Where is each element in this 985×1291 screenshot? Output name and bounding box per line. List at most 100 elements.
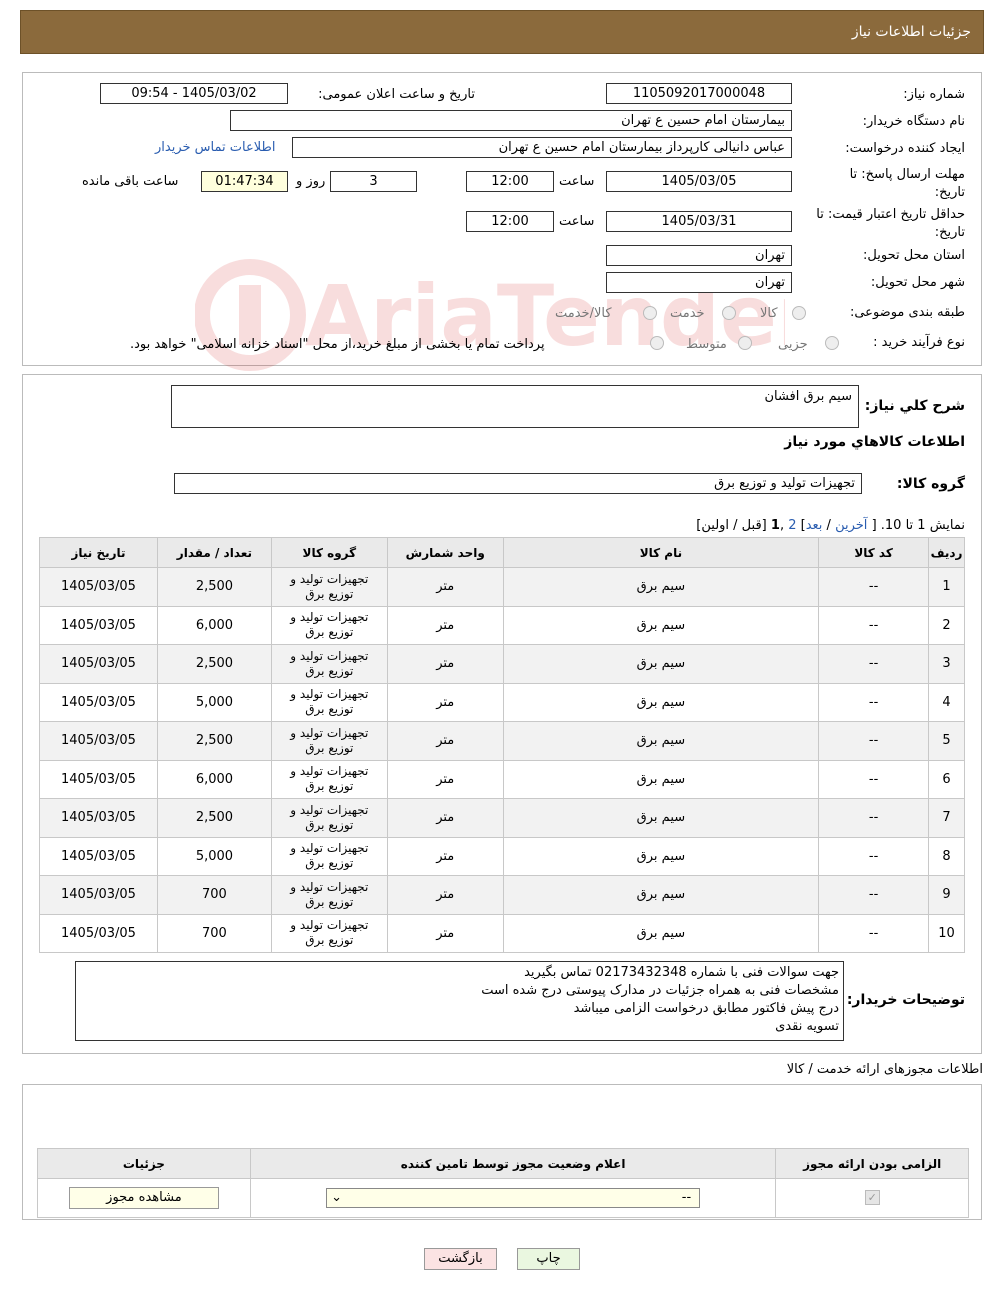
view-license-button[interactable]: مشاهده مجوز — [68, 1186, 219, 1209]
table-row: 8 -- سیم برق متر تجهیزات تولید و توزیع برق 5,… — [39, 836, 965, 876]
cell-code: -- — [818, 721, 930, 761]
page-title: جزئیات اطلاعات نیاز — [851, 24, 971, 40]
table-row: 5 -- سیم برق متر تجهیزات تولید و توزیع برق 2,… — [39, 721, 965, 761]
buyer-note-line: تسویه نقدی — [775, 1019, 839, 1034]
category-radio-service[interactable] — [722, 306, 736, 320]
cell-row: 2 — [928, 605, 965, 645]
table-row: 9 -- سیم برق متر تجهیزات تولید و توزیع برق 70… — [39, 875, 965, 915]
pagination-next[interactable]: بعد — [806, 518, 823, 533]
cell-name: سیم برق — [502, 798, 820, 838]
buyer-note-line: مشخصات فنی به همراه جزئیات در مدارک پیوس… — [481, 983, 839, 998]
col-date: تاریخ نیاز — [39, 537, 158, 568]
back-button[interactable]: بازگشت — [424, 1248, 497, 1270]
cell-date: 1405/03/05 — [39, 875, 158, 915]
cell-qty: 6,000 — [156, 605, 272, 645]
cell-date: 1405/03/05 — [39, 682, 158, 722]
cell-date: 1405/03/05 — [39, 721, 158, 761]
category-label: طبقه بندی موضوعی: — [849, 305, 965, 320]
cell-qty: 5,000 — [156, 682, 272, 722]
cell-row: 4 — [928, 682, 965, 722]
license-details-cell: مشاهده مجوز — [37, 1178, 251, 1218]
need-title-field: سیم برق افشان — [171, 385, 859, 428]
process-radio-minor[interactable] — [825, 336, 839, 350]
cell-qty: 700 — [156, 875, 272, 915]
cell-group: تجهیزات تولید و توزیع برق — [270, 836, 388, 876]
cell-row: 5 — [928, 721, 965, 761]
items-header-row: ردیف کد کالا نام کالا واحد شمارش گروه کا… — [39, 537, 965, 568]
page-header: جزئیات اطلاعات نیاز — [20, 10, 984, 54]
cell-group: تجهیزات تولید و توزیع برق — [270, 721, 388, 761]
validity-date-field: 1405/03/31 — [606, 211, 792, 232]
pagination-page-1: 1 — [770, 518, 780, 533]
col-license-details: جزئیات — [37, 1148, 251, 1179]
cell-date: 1405/03/05 — [39, 759, 158, 799]
cell-row: 8 — [928, 836, 965, 876]
category-goods-service-label: کالا/خدمت — [555, 306, 612, 321]
license-header-row: الزامی بودن ارائه مجوز اعلام وضعیت مجوز … — [37, 1148, 969, 1179]
process-radio-medium[interactable] — [738, 336, 752, 350]
cell-name: سیم برق — [502, 721, 820, 761]
cell-code: -- — [818, 567, 930, 607]
pagination-page-2[interactable]: 2 — [788, 518, 796, 533]
cell-unit: متر — [386, 567, 504, 607]
license-required-cell: ✓ — [775, 1178, 969, 1218]
cell-code: -- — [818, 798, 930, 838]
pagination: نمایش 1 تا 10. [ آخرین / بعد] 2 ,1 [قبل … — [696, 518, 965, 533]
buyer-note-line: جهت سوالات فنی با شماره 02173432348 تماس… — [524, 965, 839, 980]
cell-qty: 2,500 — [156, 721, 272, 761]
cell-unit: متر — [386, 721, 504, 761]
cell-qty: 5,000 — [156, 836, 272, 876]
need-title-text: سیم برق افشان — [764, 389, 852, 404]
creator-label: ایجاد کننده درخواست: — [845, 141, 965, 156]
cell-unit: متر — [386, 644, 504, 684]
validity-time-label: ساعت — [559, 214, 595, 229]
cell-name: سیم برق — [502, 605, 820, 645]
col-row: ردیف — [928, 537, 965, 568]
cell-name: سیم برق — [502, 682, 820, 722]
items-body: 1 -- سیم برق متر تجهیزات تولید و توزیع برق 2,… — [39, 567, 965, 953]
creator-field: عباس دانیالی کارپرداز بیمارستان امام حسی… — [292, 137, 792, 158]
cell-qty: 2,500 — [156, 567, 272, 607]
cell-name: سیم برق — [502, 913, 820, 953]
days-field: 3 — [330, 171, 417, 192]
process-minor-label: جزیی — [778, 337, 808, 352]
cell-group: تجهیزات تولید و توزیع برق — [270, 759, 388, 799]
cell-code: -- — [818, 875, 930, 915]
cell-row: 1 — [928, 567, 965, 607]
print-button[interactable]: چاپ — [517, 1248, 580, 1270]
cell-group: تجهیزات تولید و توزیع برق — [270, 682, 388, 722]
license-table: الزامی بودن ارائه مجوز اعلام وضعیت مجوز … — [37, 1148, 969, 1218]
cell-group: تجهیزات تولید و توزیع برق — [270, 644, 388, 684]
cell-unit: متر — [386, 682, 504, 722]
cell-code: -- — [818, 682, 930, 722]
validity-time-field: 12:00 — [466, 211, 554, 232]
table-row: 10 -- سیم برق متر تجهیزات تولید و توزیع برق 7… — [39, 913, 965, 953]
cell-name: سیم برق — [502, 759, 820, 799]
cell-group: تجهیزات تولید و توزیع برق — [270, 913, 388, 953]
deadline-date-field: 1405/03/05 — [606, 171, 792, 192]
col-license-required: الزامی بودن ارائه مجوز — [775, 1148, 969, 1179]
cell-date: 1405/03/05 — [39, 836, 158, 876]
province-label: استان محل تحویل: — [863, 248, 965, 263]
category-radio-goods-service[interactable] — [643, 306, 657, 320]
cell-group: تجهیزات تولید و توزیع برق — [270, 875, 388, 915]
cell-row: 7 — [928, 798, 965, 838]
treasury-checkbox[interactable] — [650, 336, 664, 350]
category-goods-label: کالا — [760, 306, 778, 321]
cell-qty: 2,500 — [156, 644, 272, 684]
need-number-label: شماره نیاز: — [903, 87, 965, 102]
table-row: 6 -- سیم برق متر تجهیزات تولید و توزیع برق 6,… — [39, 759, 965, 799]
license-required-checkbox: ✓ — [864, 1190, 880, 1206]
license-status-select[interactable]: -- ⌄ — [326, 1187, 701, 1208]
buyer-contact-link[interactable]: اطلاعات تماس خریدار — [155, 140, 275, 155]
pagination-last[interactable]: آخرین — [835, 518, 867, 533]
deadline-label: مهلت ارسال پاسخ: تا تاریخ: — [849, 167, 965, 200]
province-field: تهران — [606, 245, 792, 266]
goods-group-label: گروه کالا: — [896, 476, 965, 492]
col-license-status: اعلام وضعیت مجوز توسط تامین کننده — [249, 1148, 777, 1179]
col-qty: تعداد / مقدار — [156, 537, 272, 568]
col-name: نام کالا — [502, 537, 820, 568]
cell-qty: 700 — [156, 913, 272, 953]
category-radio-goods[interactable] — [792, 306, 806, 320]
cell-date: 1405/03/05 — [39, 798, 158, 838]
